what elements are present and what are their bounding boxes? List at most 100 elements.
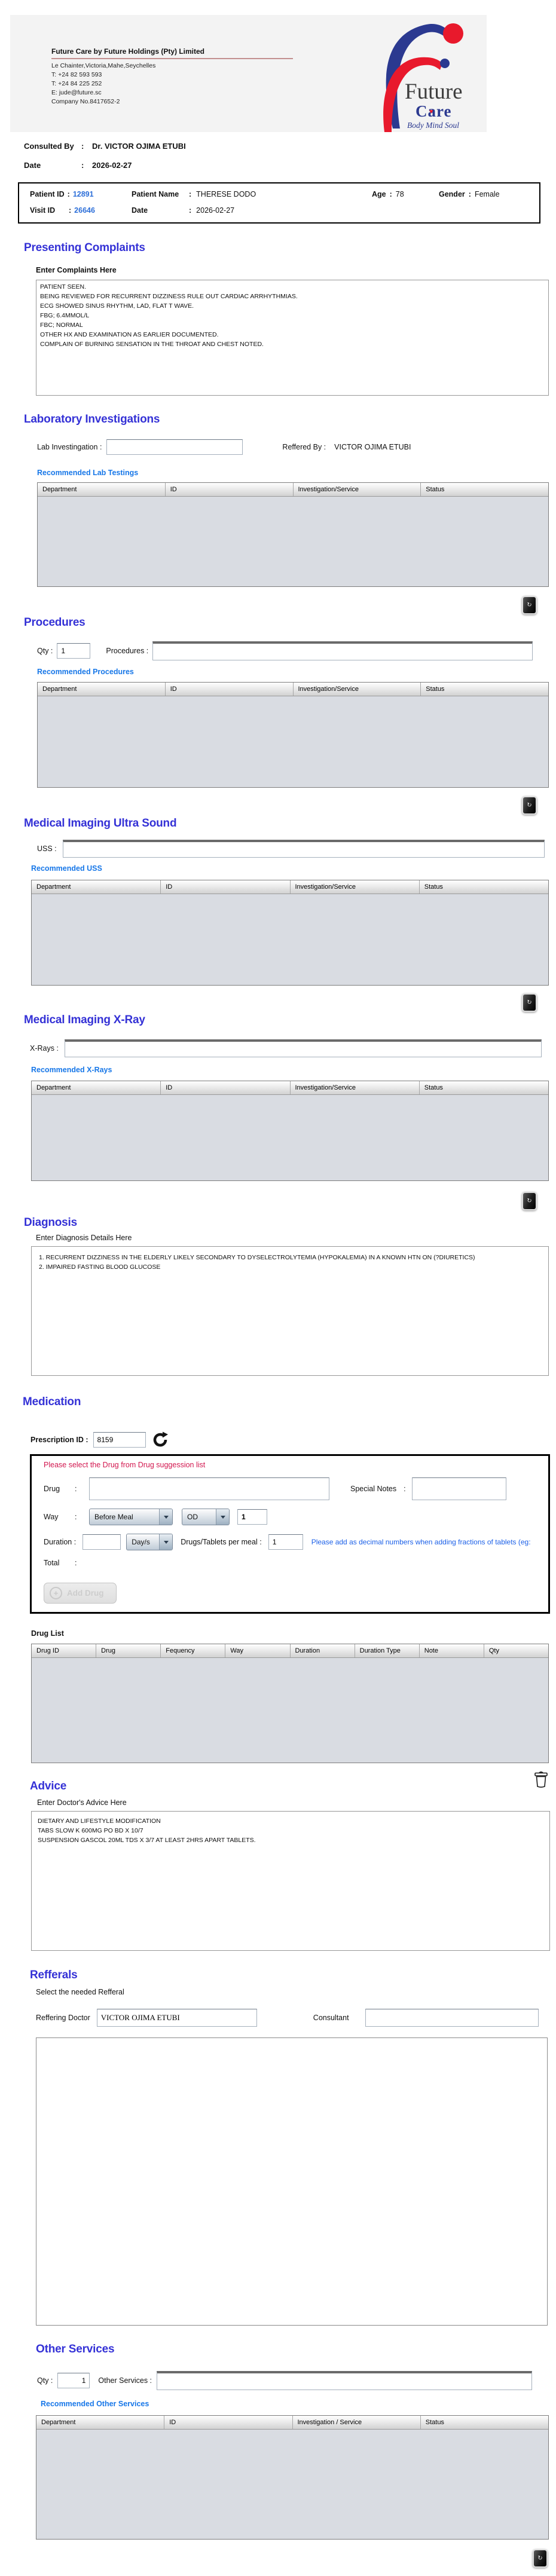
referrals-subtitle: Select the needed Refferal: [36, 1988, 556, 1996]
procedures-input[interactable]: [152, 641, 533, 660]
uss-input[interactable]: [63, 840, 545, 858]
col-investigation: Investigation/Service: [294, 683, 421, 696]
logo-tagline: Body Mind Soul: [407, 121, 459, 130]
company-name: Future Care by Future Holdings (Pty) Lim…: [51, 47, 293, 59]
per-meal-input[interactable]: [268, 1534, 303, 1550]
per-meal-label: Drugs/Tablets per meal :: [181, 1538, 261, 1546]
procedures-title: Procedures: [24, 616, 556, 629]
way-label: Way: [44, 1513, 75, 1521]
total-row: Total :: [44, 1559, 548, 1567]
lab-referred-by-value: VICTOR OJIMA ETUBI: [334, 443, 411, 451]
special-notes-label: Special Notes: [350, 1485, 396, 1493]
diagnosis-title: Diagnosis: [24, 1216, 556, 1229]
consultant-input[interactable]: [365, 2009, 539, 2027]
other-table-body: [36, 2430, 548, 2539]
colon: :: [189, 206, 191, 215]
xray-input-row: X-Rays :: [30, 1039, 556, 1057]
lab-input-label: Lab Investingation :: [37, 443, 102, 451]
duration-row: Duration : Day/s Drugs/Tablets per meal …: [44, 1534, 548, 1550]
referral-list-box[interactable]: [36, 2037, 548, 2326]
drug-entry-box: Please select the Drug from Drug suggess…: [30, 1454, 550, 1614]
other-delete-button[interactable]: ↻: [533, 2549, 548, 2568]
trash-icon: ↻: [537, 2555, 542, 2562]
lab-referred-by-label: Reffered By :: [282, 443, 326, 451]
duration-input[interactable]: [83, 1534, 121, 1550]
uss-table-body: [32, 894, 548, 985]
procedures-delete-button[interactable]: ↻: [522, 796, 537, 815]
logo-word-care: Care: [416, 102, 451, 120]
date-label: Date: [24, 161, 81, 170]
diagnosis-label: Enter Diagnosis Details Here: [36, 1234, 556, 1242]
patient-name-label: Patient Name: [132, 190, 189, 198]
procedures-qty-input[interactable]: [57, 643, 90, 659]
other-table-header: Department ID Investigation / Service St…: [36, 2416, 548, 2430]
colon: :: [404, 1485, 405, 1493]
colon: :: [81, 142, 92, 151]
procedures-recommended-label: Recommended Procedures: [37, 668, 556, 676]
duration-unit-select[interactable]: Day/s: [126, 1534, 173, 1550]
lab-table-header: Department ID Investigation/Service Stat…: [38, 483, 548, 497]
uss-delete-button[interactable]: ↻: [522, 993, 537, 1012]
lab-investigation-input[interactable]: [106, 439, 243, 455]
age-value: 78: [396, 190, 404, 198]
xray-input[interactable]: [65, 1039, 542, 1057]
special-notes-input[interactable]: [412, 1477, 506, 1500]
other-services-table: Department ID Investigation / Service St…: [36, 2415, 549, 2540]
procedures-table-body: [38, 696, 548, 787]
frequency-select[interactable]: OD: [182, 1509, 230, 1525]
drug-list-delete-button[interactable]: [533, 1770, 549, 1788]
refresh-icon: [151, 1431, 169, 1449]
other-qty-input[interactable]: [57, 2373, 90, 2388]
way-qty-input[interactable]: [237, 1509, 267, 1525]
xray-delete-button[interactable]: ↻: [522, 1192, 537, 1210]
visit-date-value: 2026-02-27: [196, 206, 234, 215]
col-department: Department: [38, 683, 166, 696]
colon: :: [469, 190, 471, 198]
col-status: Status: [420, 1081, 548, 1094]
procedures-table-header: Department ID Investigation/Service Stat…: [38, 683, 548, 696]
chevron-down-icon: [159, 1509, 172, 1525]
referral-inputs-row: Reffering Doctor Consultant: [36, 2009, 556, 2027]
col-status: Status: [420, 880, 548, 894]
consult-date-value: 2026-02-27: [92, 161, 132, 170]
lab-delete-button[interactable]: ↻: [522, 596, 537, 614]
refresh-button[interactable]: [151, 1430, 170, 1449]
fraction-note: Please add as decimal numbers when addin…: [311, 1538, 548, 1546]
colon: :: [75, 1485, 89, 1493]
advice-textarea[interactable]: DIETARY AND LIFESTYLE MODIFICATION TABS …: [31, 1811, 550, 1951]
prescription-id-input[interactable]: [93, 1432, 146, 1448]
diagnosis-textarea[interactable]: 1. RECURRENT DIZZINESS IN THE ELDERLY LI…: [31, 1246, 549, 1376]
patient-id-label: Patient ID: [30, 190, 65, 198]
procedures-qty-label: Qty :: [37, 647, 53, 655]
drug-input[interactable]: [89, 1477, 329, 1500]
meal-time-select[interactable]: Before Meal: [89, 1509, 173, 1525]
xray-recommended-label: Recommended X-Rays: [31, 1066, 556, 1074]
consulted-by-value: Dr. VICTOR OJIMA ETUBI: [92, 142, 186, 151]
referring-doctor-input[interactable]: [97, 2009, 257, 2027]
uss-recommended-label: Recommended USS: [31, 864, 556, 873]
visit-date-label: Date: [132, 206, 189, 215]
frequency-selected: OD: [182, 1509, 216, 1525]
lab-recommended-label: Recommended Lab Testings: [37, 469, 556, 477]
lab-table: Department ID Investigation/Service Stat…: [37, 482, 549, 587]
drug-list-header: Drug ID Drug Fequency Way Duration Durat…: [32, 1644, 548, 1658]
add-drug-button[interactable]: + Add Drug: [44, 1583, 117, 1604]
complaints-textarea[interactable]: PATIENT SEEN. BEING REVIEWED FOR RECURRE…: [36, 280, 549, 396]
drug-list-label: Drug List: [31, 1629, 556, 1638]
colon: :: [75, 1513, 89, 1521]
drug-suggestion-note: Please select the Drug from Drug suggess…: [44, 1461, 548, 1469]
col-id: ID: [161, 1081, 290, 1094]
colon: :: [68, 190, 70, 198]
consultant-label: Consultant: [313, 2014, 349, 2022]
visit-id-label: Visit ID: [30, 206, 66, 215]
col-status: Status: [421, 483, 548, 496]
advice-title: Advice: [30, 1780, 556, 1793]
age-label: Age: [372, 190, 386, 198]
other-services-input[interactable]: [157, 2371, 532, 2390]
other-recommended-label: Recommended Other Services: [41, 2400, 556, 2408]
patient-row-1: Patient ID : 12891 Patient Name : THERES…: [30, 190, 528, 198]
col-duration-type: Duration Type: [355, 1644, 420, 1657]
company-phone1: T: +24 82 593 593: [51, 71, 293, 79]
colon: :: [69, 206, 71, 215]
total-label: Total: [44, 1559, 75, 1567]
